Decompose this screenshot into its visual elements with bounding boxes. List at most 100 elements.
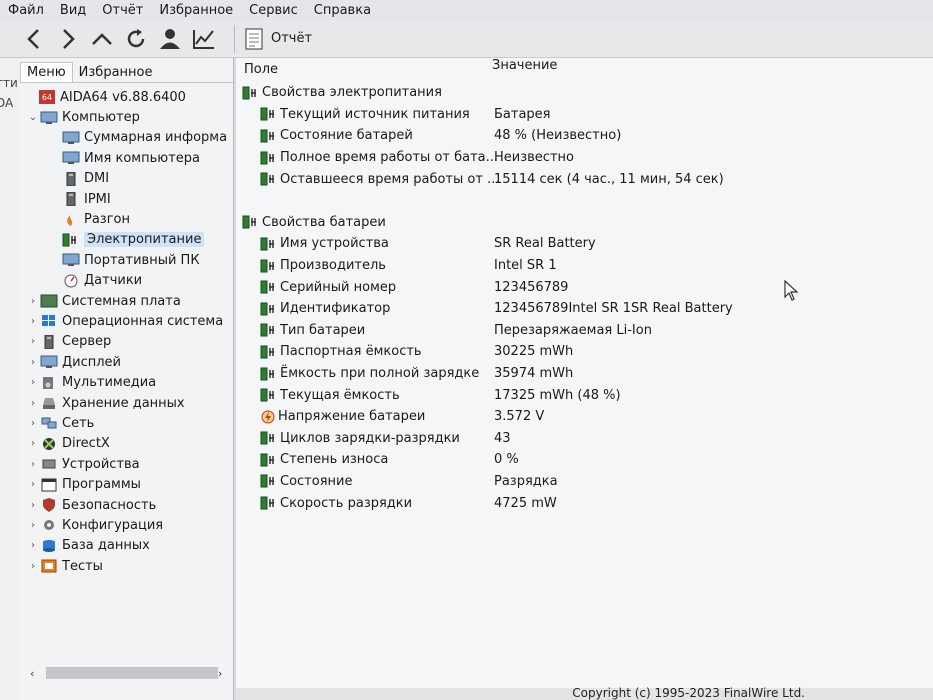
- chevron-right-icon[interactable]: ›: [26, 418, 40, 429]
- tree-item[interactable]: Имя компьютера: [20, 148, 233, 168]
- property-row[interactable]: Состояние Разрядка: [236, 471, 933, 493]
- tree-item[interactable]: › Тесты: [20, 556, 233, 576]
- chevron-right-icon[interactable]: ›: [26, 316, 40, 327]
- property-row[interactable]: Ёмкость при полной зарядке 35974 mWh: [236, 363, 933, 385]
- tree-item[interactable]: Суммарная информа: [20, 128, 233, 148]
- horizontal-scrollbar[interactable]: ‹ ›: [20, 664, 233, 682]
- chevron-right-icon[interactable]: ›: [26, 479, 40, 490]
- tree-item[interactable]: › Безопасность: [20, 495, 233, 515]
- property-row[interactable]: Текущая ёмкость 17325 mWh (48 %): [236, 384, 933, 406]
- group-header[interactable]: Свойства батареи: [236, 212, 933, 234]
- user-icon: [160, 28, 180, 49]
- tree-item[interactable]: › Хранение данных: [20, 393, 233, 413]
- scroll-right-icon[interactable]: ›: [218, 667, 222, 680]
- tree-item[interactable]: › Системная плата: [20, 291, 233, 311]
- back-button[interactable]: [20, 25, 48, 53]
- refresh-button[interactable]: [122, 25, 150, 53]
- tree-item[interactable]: ⌄ Компьютер: [20, 107, 233, 127]
- menu-favorites[interactable]: Избранное: [159, 3, 233, 18]
- column-value[interactable]: Значение: [492, 58, 557, 73]
- tree-item[interactable]: › Программы: [20, 474, 233, 494]
- property-row[interactable]: Серийный номер 123456789: [236, 276, 933, 298]
- tree-item[interactable]: Портативный ПК: [20, 250, 233, 270]
- chevron-right-icon[interactable]: ›: [26, 540, 40, 551]
- group-header[interactable]: Свойства электропитания: [236, 82, 933, 104]
- scrollbar-thumb[interactable]: [46, 667, 218, 679]
- property-row[interactable]: Текущий источник питания Батарея: [236, 104, 933, 126]
- tree-item[interactable]: Разгон: [20, 209, 233, 229]
- tree-item[interactable]: IPMI: [20, 189, 233, 209]
- column-header: Поле Значение: [236, 58, 933, 82]
- tab-favorites[interactable]: Избранное: [73, 63, 159, 82]
- chevron-down-icon[interactable]: ⌄: [26, 112, 40, 123]
- tree-item[interactable]: › DirectX: [20, 434, 233, 454]
- chevron-right-icon[interactable]: ›: [26, 561, 40, 572]
- chart-button[interactable]: [190, 25, 218, 53]
- property-name: Циклов зарядки-разрядки: [280, 430, 460, 446]
- tree-item[interactable]: Электропитание: [20, 230, 233, 250]
- chevron-right-icon[interactable]: ›: [26, 500, 40, 511]
- property-name: Состояние батарей: [280, 128, 413, 144]
- chevron-right-icon[interactable]: ›: [26, 398, 40, 409]
- tree-item[interactable]: Датчики: [20, 271, 233, 291]
- property-name: Серийный номер: [280, 279, 397, 295]
- property-row[interactable]: Паспортная ёмкость 30225 mWh: [236, 341, 933, 363]
- property-row[interactable]: Тип батареи Перезаряжаемая Li-Ion: [236, 320, 933, 342]
- tree-item[interactable]: 64 AIDA64 v6.88.6400: [20, 87, 233, 107]
- property-row[interactable]: Производитель Intel SR 1: [236, 255, 933, 277]
- property-name: Текущий источник питания: [280, 106, 470, 122]
- chevron-right-icon[interactable]: ›: [26, 520, 40, 531]
- property-row[interactable]: Имя устройства SR Real Battery: [236, 233, 933, 255]
- security-icon: [40, 498, 58, 512]
- tree-item[interactable]: › Конфигурация: [20, 515, 233, 535]
- property-field: Напряжение батареи: [260, 409, 425, 424]
- property-row[interactable]: Степень износа 0 %: [236, 449, 933, 471]
- tree-item[interactable]: › Мультимедиа: [20, 372, 233, 392]
- property-row[interactable]: Скорость разрядки 4725 mW: [236, 492, 933, 514]
- battery-icon: [260, 474, 278, 488]
- menu-file[interactable]: Файл: [8, 3, 44, 18]
- menu-tools[interactable]: Сервис: [249, 3, 298, 18]
- property-row[interactable]: Напряжение батареи 3.572 V: [236, 406, 933, 428]
- column-field[interactable]: Поле: [244, 62, 278, 77]
- edge-text-1: тти: [0, 76, 18, 90]
- chevron-right-icon[interactable]: ›: [26, 336, 40, 347]
- forward-button[interactable]: [54, 25, 82, 53]
- property-row[interactable]: Циклов зарядки-разрядки 43: [236, 428, 933, 450]
- tree-item[interactable]: › Операционная система: [20, 311, 233, 331]
- tree-item[interactable]: › База данных: [20, 536, 233, 556]
- chevron-right-icon[interactable]: ›: [26, 377, 40, 388]
- tree-item[interactable]: › Сервер: [20, 332, 233, 352]
- up-button[interactable]: [88, 25, 116, 53]
- scroll-left-icon[interactable]: ‹: [30, 667, 34, 680]
- menu-help[interactable]: Справка: [314, 3, 371, 18]
- tree-item[interactable]: › Устройства: [20, 454, 233, 474]
- property-row[interactable]: Полное время работы от бата... Неизвестно: [236, 147, 933, 169]
- property-name: Текущая ёмкость: [280, 387, 400, 403]
- property-row[interactable]: Состояние батарей 48 % (Неизвестно): [236, 125, 933, 147]
- battery-icon: [260, 172, 278, 186]
- report-button[interactable]: Отчёт: [245, 27, 312, 50]
- property-name: Свойства электропитания: [262, 85, 442, 101]
- chevron-right-icon[interactable]: ›: [26, 438, 40, 449]
- property-value: 0 %: [494, 452, 519, 468]
- chevron-right-icon[interactable]: ›: [26, 296, 40, 307]
- chevron-right-icon[interactable]: ›: [26, 357, 40, 368]
- chevron-right-icon[interactable]: ›: [26, 459, 40, 470]
- menu-view[interactable]: Вид: [60, 3, 86, 18]
- property-row[interactable]: Оставшееся время работы от ... 15114 сек …: [236, 168, 933, 190]
- menu-report[interactable]: Отчёт: [102, 3, 143, 18]
- property-value: Перезаряжаемая Li-Ion: [494, 322, 652, 338]
- tree-item[interactable]: › Дисплей: [20, 352, 233, 372]
- property-row[interactable]: Идентификатор 123456789Intel SR 1SR Real …: [236, 298, 933, 320]
- tree-item[interactable]: › Сеть: [20, 413, 233, 433]
- tab-menu[interactable]: Меню: [20, 62, 73, 82]
- property-value: 3.572 V: [494, 409, 545, 425]
- property-field: Состояние батарей: [260, 128, 413, 143]
- dmi-icon: [62, 171, 80, 186]
- navigation-panel: Меню Избранное 64 AIDA64 v6.88.6400 ⌄ Компь…: [20, 58, 234, 700]
- tree-item-label: Мультимедиа: [62, 375, 157, 391]
- property-value: 48 % (Неизвестно): [494, 128, 622, 144]
- tree-item[interactable]: DMI: [20, 169, 233, 189]
- user-button[interactable]: [156, 25, 184, 53]
